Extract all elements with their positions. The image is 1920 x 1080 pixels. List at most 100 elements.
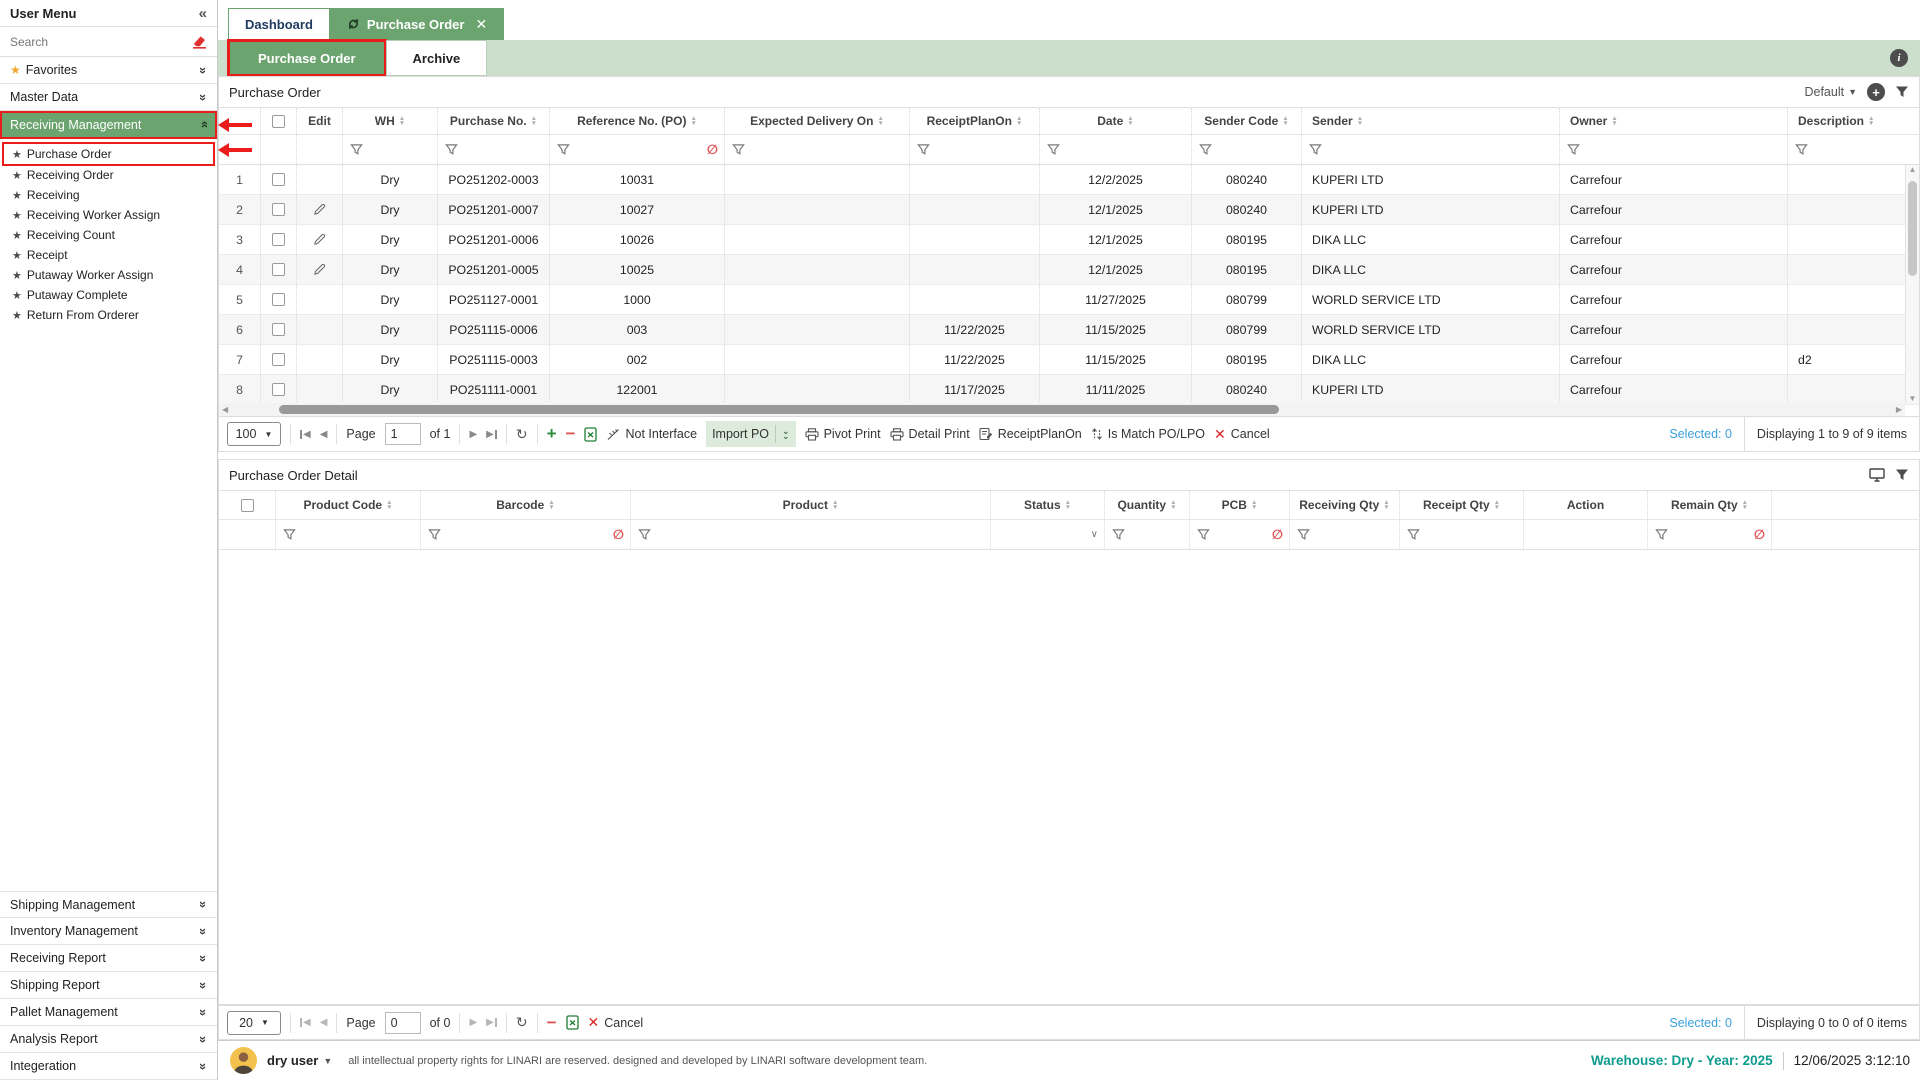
table-row[interactable]: 5DryPO251127-0001100011/27/2025080799WOR… xyxy=(219,285,1919,315)
tab-close-icon[interactable]: ✕ xyxy=(475,16,487,33)
header-product[interactable]: Product▲▼ xyxy=(631,491,991,519)
sidebar-item-analysis-report[interactable]: Analysis Report» xyxy=(0,1026,217,1053)
table-row[interactable]: 4DryPO251201-00051002512/1/2025080195DIK… xyxy=(219,255,1919,285)
scroll-up-icon[interactable]: ▲ xyxy=(1909,165,1917,174)
header-reference-no[interactable]: Reference No. (PO)▲▼ xyxy=(550,108,725,134)
filter-funnel-icon[interactable] xyxy=(350,143,363,156)
row-checkbox[interactable] xyxy=(272,203,285,216)
scrollbar-thumb[interactable] xyxy=(1908,181,1917,276)
filter-funnel-icon[interactable] xyxy=(1309,143,1322,156)
row-checkbox[interactable] xyxy=(272,173,285,186)
header-purchase-no[interactable]: Purchase No.▲▼ xyxy=(438,108,550,134)
cancel-button[interactable]: ✕ Cancel xyxy=(588,1014,644,1031)
filter-funnel-icon[interactable] xyxy=(557,143,570,156)
filter-funnel-icon[interactable] xyxy=(917,143,930,156)
pivot-print-button[interactable]: Pivot Print xyxy=(805,427,881,441)
page-input[interactable]: 0 xyxy=(385,1012,421,1034)
sidebar-item-inventory-management[interactable]: Inventory Management» xyxy=(0,918,217,945)
filter-funnel-icon[interactable] xyxy=(1297,528,1310,541)
not-interface-button[interactable]: Not Interface xyxy=(606,427,697,441)
user-menu-button[interactable]: dry user ▼ xyxy=(267,1053,332,1068)
edit-pencil-icon[interactable] xyxy=(313,263,326,276)
filter-clear-icon[interactable]: ∅ xyxy=(613,527,624,543)
header-date[interactable]: Date▲▼ xyxy=(1040,108,1192,134)
header-pcb[interactable]: PCB▲▼ xyxy=(1190,491,1290,519)
header-expected-delivery[interactable]: Expected Delivery On▲▼ xyxy=(725,108,910,134)
page-input[interactable]: 1 xyxy=(385,423,421,445)
view-selector[interactable]: Default ▼ xyxy=(1804,85,1857,99)
sidebar-item-putaway-worker-assign[interactable]: ★Putaway Worker Assign xyxy=(0,265,217,285)
header-description[interactable]: Description▲▼ xyxy=(1788,108,1905,134)
filter-funnel-icon[interactable] xyxy=(1199,143,1212,156)
table-row[interactable]: 6DryPO251115-000600311/22/202511/15/2025… xyxy=(219,315,1919,345)
sidebar-item-master-data[interactable]: Master Data » xyxy=(0,84,217,111)
horizontal-scrollbar[interactable]: ◀ ▶ xyxy=(219,403,1905,416)
tab-dashboard[interactable]: Dashboard xyxy=(228,8,330,40)
page-size-select[interactable]: 100 ▼ xyxy=(227,422,281,446)
remove-row-button[interactable]: − xyxy=(566,424,576,444)
tab-purchase-order[interactable]: Purchase Order ✕ xyxy=(330,8,504,40)
header-receiving-qty[interactable]: Receiving Qty▲▼ xyxy=(1290,491,1400,519)
sidebar-item-return-from-orderer[interactable]: ★Return From Orderer xyxy=(0,305,217,325)
row-checkbox[interactable] xyxy=(272,353,285,366)
row-checkbox[interactable] xyxy=(272,323,285,336)
filter-icon[interactable] xyxy=(1895,85,1909,99)
header-product-code[interactable]: Product Code▲▼ xyxy=(276,491,421,519)
header-status[interactable]: Status▲▼ xyxy=(991,491,1105,519)
export-excel-button[interactable] xyxy=(584,427,597,442)
filter-funnel-icon[interactable] xyxy=(283,528,296,541)
subtab-purchase-order[interactable]: Purchase Order xyxy=(228,40,386,76)
row-checkbox[interactable] xyxy=(272,293,285,306)
row-checkbox[interactable] xyxy=(272,233,285,246)
next-page-button[interactable]: ▶ xyxy=(469,429,477,440)
remove-row-button[interactable]: − xyxy=(547,1013,557,1033)
sidebar-item-receiving-order[interactable]: ★Receiving Order xyxy=(0,165,217,185)
filter-funnel-icon[interactable] xyxy=(1567,143,1580,156)
filter-funnel-icon[interactable] xyxy=(428,528,441,541)
filter-funnel-icon[interactable] xyxy=(1795,143,1808,156)
is-match-button[interactable]: Is Match PO/LPO xyxy=(1091,427,1205,441)
row-checkbox[interactable] xyxy=(272,263,285,276)
scroll-down-icon[interactable]: ▼ xyxy=(1909,394,1917,403)
subtab-archive[interactable]: Archive xyxy=(386,40,488,76)
sidebar-item-shipping-report[interactable]: Shipping Report» xyxy=(0,972,217,999)
select-all-checkbox[interactable] xyxy=(241,499,254,512)
header-owner[interactable]: Owner▲▼ xyxy=(1560,108,1788,134)
last-page-button[interactable]: ▶ xyxy=(486,1017,497,1028)
filter-funnel-icon[interactable] xyxy=(1407,528,1420,541)
filter-funnel-icon[interactable] xyxy=(1047,143,1060,156)
refresh-button[interactable]: ↻ xyxy=(516,426,528,443)
add-view-button[interactable]: + xyxy=(1867,83,1885,101)
scrollbar-thumb[interactable] xyxy=(279,405,1279,414)
filter-icon[interactable] xyxy=(1895,468,1909,482)
last-page-button[interactable]: ▶ xyxy=(486,429,497,440)
prev-page-button[interactable]: ◀ xyxy=(320,1017,328,1028)
add-row-button[interactable]: + xyxy=(547,424,557,444)
edit-pencil-icon[interactable] xyxy=(313,233,326,246)
sidebar-item-pallet-management[interactable]: Pallet Management» xyxy=(0,999,217,1026)
sidebar-item-receipt[interactable]: ★Receipt xyxy=(0,245,217,265)
scroll-left-icon[interactable]: ◀ xyxy=(222,405,228,414)
info-icon[interactable]: i xyxy=(1890,49,1908,67)
sidebar-item-receiving-count[interactable]: ★Receiving Count xyxy=(0,225,217,245)
search-input[interactable] xyxy=(10,35,192,49)
table-row[interactable]: 1DryPO251202-00031003112/2/2025080240KUP… xyxy=(219,165,1919,195)
filter-funnel-icon[interactable] xyxy=(1197,528,1210,541)
filter-funnel-icon[interactable] xyxy=(638,528,651,541)
sidebar-item-receiving-worker-assign[interactable]: ★Receiving Worker Assign xyxy=(0,205,217,225)
filter-clear-icon[interactable]: ∅ xyxy=(1272,527,1283,543)
header-remain-qty[interactable]: Remain Qty▲▼ xyxy=(1648,491,1772,519)
row-checkbox[interactable] xyxy=(272,383,285,396)
header-receipt-qty[interactable]: Receipt Qty▲▼ xyxy=(1400,491,1524,519)
header-barcode[interactable]: Barcode▲▼ xyxy=(421,491,631,519)
receiptplanon-button[interactable]: ReceiptPlanOn xyxy=(979,427,1082,441)
sidebar-item-receiving[interactable]: ★Receiving xyxy=(0,185,217,205)
refresh-button[interactable]: ↻ xyxy=(516,1014,528,1031)
filter-clear-icon[interactable]: ∅ xyxy=(1754,527,1765,543)
filter-dropdown-chevron-icon[interactable]: ∨ xyxy=(1091,529,1098,540)
header-receipt-plan-on[interactable]: ReceiptPlanOn▲▼ xyxy=(910,108,1040,134)
first-page-button[interactable]: ◀ xyxy=(300,429,311,440)
table-row[interactable]: 3DryPO251201-00061002612/1/2025080195DIK… xyxy=(219,225,1919,255)
page-size-select[interactable]: 20 ▼ xyxy=(227,1011,281,1035)
export-excel-button[interactable] xyxy=(566,1015,579,1030)
